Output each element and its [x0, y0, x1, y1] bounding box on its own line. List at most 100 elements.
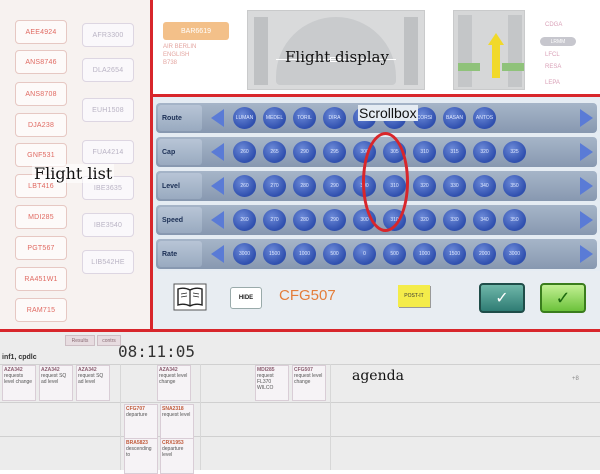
selected-callsign: CFG507: [279, 287, 336, 304]
scroll-value-option[interactable]: 320: [413, 175, 436, 197]
scroll-value-option[interactable]: 290: [293, 141, 316, 163]
scroll-right-icon[interactable]: [580, 211, 593, 229]
agenda-caption: agenda: [352, 368, 404, 384]
selected-flight-badge[interactable]: BAR6619: [163, 22, 229, 40]
scroll-value-option[interactable]: 350: [503, 209, 526, 231]
confirm-button[interactable]: ✓: [479, 283, 525, 313]
scroll-value-option[interactable]: 330: [443, 175, 466, 197]
flight-strip[interactable]: LIB542HE: [82, 250, 134, 274]
scroll-value-option[interactable]: 350: [503, 175, 526, 197]
panel-divider: [150, 0, 153, 332]
panel-divider: [150, 94, 600, 97]
agenda-card[interactable]: AZA342 request SQ ad level: [39, 365, 73, 401]
scroll-value-option[interactable]: 340: [473, 209, 496, 231]
scroll-value-option[interactable]: 1500: [443, 243, 466, 265]
scroll-value-option[interactable]: 270: [263, 175, 286, 197]
open-book-icon[interactable]: [173, 283, 207, 311]
scroll-value-option[interactable]: MEDEL: [263, 107, 286, 129]
card-text: request level change: [159, 373, 188, 385]
agenda-card[interactable]: AZA342 requests level change: [2, 365, 36, 401]
scroll-value-option[interactable]: 1000: [413, 243, 436, 265]
action-toolbar: HIDE CFG507 POST-IT ✓ ✓: [153, 271, 600, 329]
scroll-value-option[interactable]: LUMAN: [233, 107, 256, 129]
scroll-value-option[interactable]: DIRA: [323, 107, 346, 129]
scroll-value-option[interactable]: 260: [233, 209, 256, 231]
flight-strip[interactable]: MDI285: [15, 205, 67, 229]
scroll-value-option[interactable]: 3000: [233, 243, 256, 265]
flight-strip[interactable]: RA451W1: [15, 267, 67, 291]
agenda-card[interactable]: CFG707 departure: [124, 404, 158, 440]
flight-display-caption: Flight display: [285, 48, 389, 66]
scroll-value-option[interactable]: 320: [413, 209, 436, 231]
scroll-value-option[interactable]: ANTOS: [473, 107, 496, 129]
scroll-value-option[interactable]: 310: [413, 141, 436, 163]
scroll-value-option[interactable]: 280: [293, 209, 316, 231]
scroll-value-option[interactable]: 265: [263, 141, 286, 163]
flight-strip[interactable]: DJA238: [15, 113, 67, 137]
agenda-gridline: [200, 364, 201, 470]
flight-strip[interactable]: DLA2654: [82, 58, 134, 82]
nav-scale-right: [508, 15, 522, 87]
scroll-value-option[interactable]: BASAN: [443, 107, 466, 129]
scroll-value-option[interactable]: 3000: [503, 243, 526, 265]
post-it-button[interactable]: POST-IT: [398, 285, 430, 307]
flight-strip[interactable]: RAM715: [15, 298, 67, 322]
scroll-value-option[interactable]: 500: [383, 243, 406, 265]
scroll-left-icon[interactable]: [211, 109, 224, 127]
scroll-right-icon[interactable]: [580, 177, 593, 195]
scroll-left-icon[interactable]: [211, 245, 224, 263]
agenda-card[interactable]: CRX1953 departure level: [160, 438, 194, 474]
card-text: request SQ ad level: [78, 373, 104, 385]
scroll-value-option[interactable]: 260: [233, 141, 256, 163]
agenda-card[interactable]: AZA342 request level change: [157, 365, 191, 401]
agenda-card[interactable]: AZA342 request SQ ad level: [76, 365, 110, 401]
agenda-card[interactable]: SNA2318 request level: [160, 404, 194, 440]
altitude-tape: [404, 17, 418, 85]
card-text: request SQ ad level: [41, 373, 67, 385]
agenda-card[interactable]: CFG507 request level change: [292, 365, 326, 401]
scroll-value-option[interactable]: 320: [473, 141, 496, 163]
flight-strip[interactable]: FUA4214: [82, 140, 134, 164]
flight-strip[interactable]: AFR3300: [82, 23, 134, 47]
flight-strip[interactable]: ANS8746: [15, 50, 67, 74]
agenda-gridline: [120, 364, 121, 470]
navigation-display: [453, 10, 525, 90]
flight-strip[interactable]: AEE4924: [15, 20, 67, 44]
scroll-value-option[interactable]: 295: [323, 141, 346, 163]
scroll-value-option[interactable]: 325: [503, 141, 526, 163]
scrollbox-panel: Route LUMAN MEDEL TORIL DIRA CORSI BASAN ANTOS C…: [153, 97, 600, 329]
scroll-left-icon[interactable]: [211, 177, 224, 195]
scroll-right-icon[interactable]: [580, 109, 593, 127]
scroll-left-icon[interactable]: [211, 211, 224, 229]
scroll-value-option[interactable]: 260: [233, 175, 256, 197]
scroll-left-icon[interactable]: [211, 143, 224, 161]
scroll-value-option[interactable]: 1000: [293, 243, 316, 265]
scroll-value-option[interactable]: 340: [473, 175, 496, 197]
scroll-value-option[interactable]: 0: [353, 243, 376, 265]
tab-results[interactable]: Results: [65, 335, 95, 346]
scroll-right-icon[interactable]: [580, 245, 593, 263]
scroll-value-option[interactable]: 500: [323, 243, 346, 265]
route-code-selected[interactable]: LRMM: [540, 37, 576, 46]
agenda-card[interactable]: BRA5823 descending to: [124, 438, 158, 474]
speed-tape: [254, 17, 268, 85]
scroll-right-icon[interactable]: [580, 143, 593, 161]
agenda-card[interactable]: MDI285 request FL370 WILCO: [255, 365, 289, 401]
agenda-more[interactable]: +8: [572, 376, 579, 382]
scroll-value-option[interactable]: 330: [443, 209, 466, 231]
scroll-value-option[interactable]: TORIL: [293, 107, 316, 129]
ok-button[interactable]: ✓: [540, 283, 586, 313]
card-text: departure: [126, 412, 148, 418]
scroll-value-option[interactable]: 290: [323, 209, 346, 231]
scroll-value-option[interactable]: 2000: [473, 243, 496, 265]
scroll-value-option[interactable]: 1500: [263, 243, 286, 265]
flight-strip[interactable]: EUH1508: [82, 98, 134, 122]
scroll-value-option[interactable]: 290: [323, 175, 346, 197]
scroll-value-option[interactable]: 270: [263, 209, 286, 231]
scroll-value-option[interactable]: 315: [443, 141, 466, 163]
flight-strip[interactable]: IBE3540: [82, 213, 134, 237]
hide-button[interactable]: HIDE: [230, 287, 262, 309]
flight-strip[interactable]: PGT567: [15, 236, 67, 260]
flight-strip[interactable]: ANS8708: [15, 82, 67, 106]
scroll-value-option[interactable]: 280: [293, 175, 316, 197]
